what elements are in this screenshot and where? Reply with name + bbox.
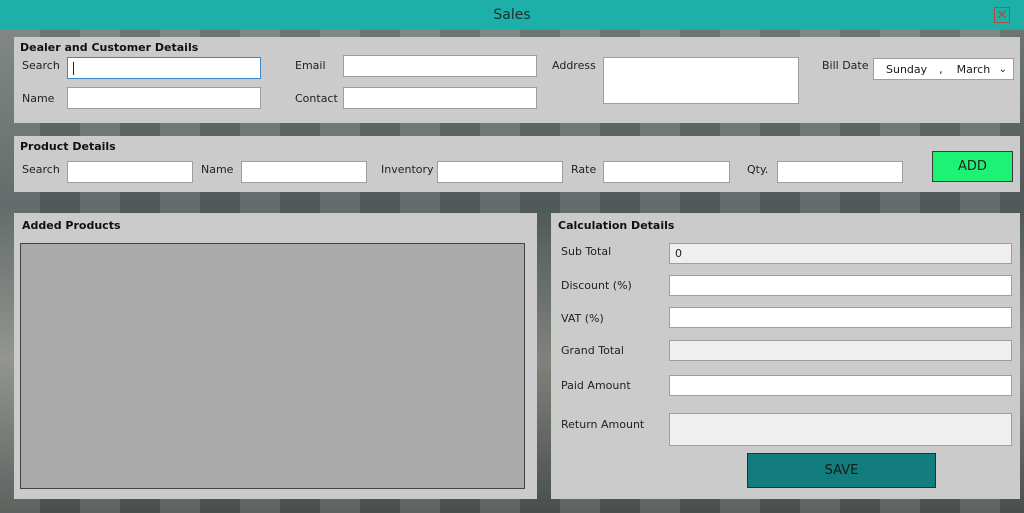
- address-label: Address: [552, 59, 596, 72]
- qty-input[interactable]: [777, 161, 903, 183]
- bill-date-month[interactable]: March: [957, 63, 991, 76]
- inventory-input[interactable]: [437, 161, 563, 183]
- close-icon[interactable]: ✕: [994, 7, 1010, 23]
- dealer-search-label: Search: [22, 59, 60, 72]
- discount-input[interactable]: [669, 275, 1012, 296]
- product-search-label: Search: [22, 163, 60, 176]
- vat-label: VAT (%): [561, 312, 604, 325]
- dealer-customer-panel: Dealer and Customer Details Search Name …: [14, 37, 1020, 123]
- address-textarea[interactable]: [603, 57, 799, 104]
- dealer-name-input[interactable]: [67, 87, 261, 109]
- dealer-name-label: Name: [22, 92, 55, 105]
- contact-label: Contact: [295, 92, 338, 105]
- discount-label: Discount (%): [561, 279, 632, 292]
- bill-date-picker[interactable]: Sunday , March ⌄: [873, 58, 1014, 80]
- bill-date-day[interactable]: Sunday: [886, 63, 927, 76]
- chevron-down-icon[interactable]: ⌄: [999, 64, 1007, 75]
- paid-amount-input[interactable]: [669, 375, 1012, 396]
- added-products-panel: Added Products: [14, 213, 537, 499]
- qty-label: Qty.: [747, 163, 769, 176]
- grand-total-label: Grand Total: [561, 344, 624, 357]
- subtotal-label: Sub Total: [561, 245, 612, 258]
- dealer-search-input[interactable]: [67, 57, 261, 79]
- subtotal-field: 0: [669, 243, 1012, 264]
- added-products-grid[interactable]: [20, 243, 525, 489]
- bill-date-label: Bill Date: [822, 59, 869, 72]
- email-input[interactable]: [343, 55, 537, 77]
- product-name-input[interactable]: [241, 161, 367, 183]
- bill-date-separator: ,: [939, 62, 943, 76]
- email-label: Email: [295, 59, 326, 72]
- added-products-title: Added Products: [22, 219, 121, 232]
- product-name-label: Name: [201, 163, 234, 176]
- calculation-title: Calculation Details: [558, 219, 675, 232]
- calculation-panel: Calculation Details Sub Total 0 Discount…: [551, 213, 1020, 499]
- return-amount-label: Return Amount: [561, 418, 645, 431]
- product-section-title: Product Details: [20, 140, 116, 153]
- vat-input[interactable]: [669, 307, 1012, 328]
- save-button[interactable]: SAVE: [747, 453, 936, 488]
- product-details-panel: Product Details Search Name Inventory Ra…: [14, 136, 1020, 192]
- text-cursor: [73, 61, 74, 75]
- contact-input[interactable]: [343, 87, 537, 109]
- window-title: Sales: [493, 7, 531, 23]
- title-bar: Sales ✕: [0, 0, 1024, 30]
- rate-input[interactable]: [603, 161, 730, 183]
- return-amount-field: [669, 413, 1012, 446]
- inventory-label: Inventory: [381, 163, 434, 176]
- rate-label: Rate: [571, 163, 597, 176]
- dealer-section-title: Dealer and Customer Details: [20, 41, 199, 54]
- product-search-input[interactable]: [67, 161, 193, 183]
- grand-total-field: [669, 340, 1012, 361]
- add-button[interactable]: ADD: [932, 151, 1013, 182]
- paid-amount-label: Paid Amount: [561, 379, 631, 392]
